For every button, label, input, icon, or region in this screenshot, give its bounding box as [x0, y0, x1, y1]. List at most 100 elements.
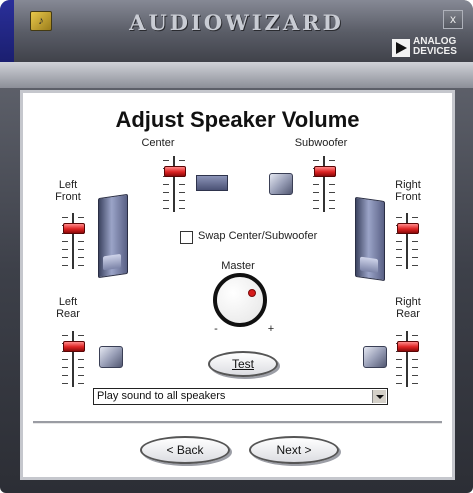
right-rear-volume-slider[interactable]: [394, 331, 420, 387]
slider-tick: [78, 383, 84, 384]
slider-tick: [179, 184, 185, 185]
page-title: Adjust Speaker Volume: [115, 107, 360, 132]
chevron-down-icon[interactable]: [372, 390, 386, 403]
slider-tick: [78, 217, 84, 218]
slider-tick: [412, 335, 418, 336]
slider-tick: [396, 367, 402, 368]
left-front-speaker-icon: [98, 193, 128, 279]
analog-devices-logo-icon: [392, 39, 410, 57]
slider-tick: [78, 249, 84, 250]
right-rear-speaker-icon: [363, 346, 387, 368]
subwoofer-speaker-icon: [269, 173, 293, 195]
right-rear-label: Right Rear: [395, 296, 421, 320]
back-button[interactable]: < Back: [140, 436, 230, 464]
slider-tick: [396, 383, 402, 384]
slider-tick: [62, 359, 68, 360]
slider-track: [173, 156, 175, 212]
slider-tick: [179, 160, 185, 161]
slider-tick: [412, 265, 418, 266]
slider-tick: [412, 383, 418, 384]
slider-tick: [412, 241, 418, 242]
knob-indicator-icon: [248, 289, 256, 297]
slider-tick: [329, 160, 335, 161]
slider-tick: [313, 208, 319, 209]
speaker-test-select[interactable]: Play sound to all speakers: [93, 388, 388, 405]
slider-track: [406, 213, 408, 269]
slider-tick: [412, 257, 418, 258]
swap-center-subwoofer-label: Swap Center/Subwoofer: [198, 230, 318, 242]
slider-tick: [313, 184, 319, 185]
left-rear-speaker-icon: [99, 346, 123, 368]
center-label: Center: [141, 137, 175, 149]
center-speaker-icon: [196, 175, 228, 191]
slider-tick: [179, 200, 185, 201]
slider-tick: [78, 265, 84, 266]
slider-track: [406, 331, 408, 387]
close-button[interactable]: x: [443, 10, 463, 29]
speaker-volume-panel: Adjust Speaker Volume Center Subwoofer L…: [20, 90, 455, 480]
slider-tick: [329, 184, 335, 185]
next-button[interactable]: Next >: [249, 436, 339, 464]
slider-tick: [412, 249, 418, 250]
slider-thumb[interactable]: [63, 223, 85, 234]
slider-tick: [412, 217, 418, 218]
slider-tick: [412, 375, 418, 376]
slider-tick: [163, 200, 169, 201]
right-front-label: Right Front: [395, 179, 421, 203]
slider-thumb[interactable]: [397, 223, 419, 234]
header-band: [0, 62, 473, 88]
audiowizard-window: ♪ AUDIOWIZARD x ANALOG DEVICES Adjust Sp…: [0, 0, 473, 493]
left-front-volume-slider[interactable]: [60, 213, 86, 269]
slider-thumb[interactable]: [63, 341, 85, 352]
slider-tick: [78, 257, 84, 258]
slider-tick: [62, 265, 68, 266]
slider-track: [72, 213, 74, 269]
slider-tick: [78, 367, 84, 368]
slider-track: [323, 156, 325, 212]
slider-tick: [163, 192, 169, 193]
slider-tick: [62, 375, 68, 376]
divider: [33, 421, 442, 424]
slider-tick: [396, 249, 402, 250]
slider-tick: [62, 249, 68, 250]
slider-tick: [329, 208, 335, 209]
right-front-volume-slider[interactable]: [394, 213, 420, 269]
slider-tick: [329, 200, 335, 201]
slider-thumb[interactable]: [164, 166, 186, 177]
slider-tick: [163, 184, 169, 185]
slider-tick: [396, 257, 402, 258]
knob-plus-label: +: [267, 323, 275, 335]
master-volume-knob[interactable]: [213, 273, 267, 327]
slider-tick: [313, 192, 319, 193]
slider-track: [72, 331, 74, 387]
swap-center-subwoofer-checkbox[interactable]: [180, 231, 193, 244]
left-rear-label: Left Rear: [56, 296, 80, 320]
slider-tick: [412, 367, 418, 368]
slider-tick: [62, 367, 68, 368]
slider-tick: [78, 375, 84, 376]
slider-tick: [412, 359, 418, 360]
slider-tick: [396, 335, 402, 336]
center-volume-slider[interactable]: [161, 156, 187, 212]
brand-text: ANALOG DEVICES: [413, 36, 457, 57]
slider-tick: [78, 241, 84, 242]
slider-tick: [396, 217, 402, 218]
slider-thumb[interactable]: [397, 341, 419, 352]
slider-tick: [179, 192, 185, 193]
slider-tick: [163, 208, 169, 209]
slider-tick: [62, 217, 68, 218]
slider-tick: [313, 160, 319, 161]
slider-tick: [78, 359, 84, 360]
slider-tick: [396, 359, 402, 360]
slider-tick: [62, 257, 68, 258]
subwoofer-volume-slider[interactable]: [311, 156, 337, 212]
slider-thumb[interactable]: [314, 166, 336, 177]
subwoofer-label: Subwoofer: [294, 137, 348, 149]
slider-tick: [313, 200, 319, 201]
slider-tick: [396, 241, 402, 242]
slider-tick: [396, 375, 402, 376]
slider-tick: [78, 335, 84, 336]
left-front-label: Left Front: [55, 179, 81, 203]
left-rear-volume-slider[interactable]: [60, 331, 86, 387]
test-button[interactable]: Test: [208, 351, 278, 377]
